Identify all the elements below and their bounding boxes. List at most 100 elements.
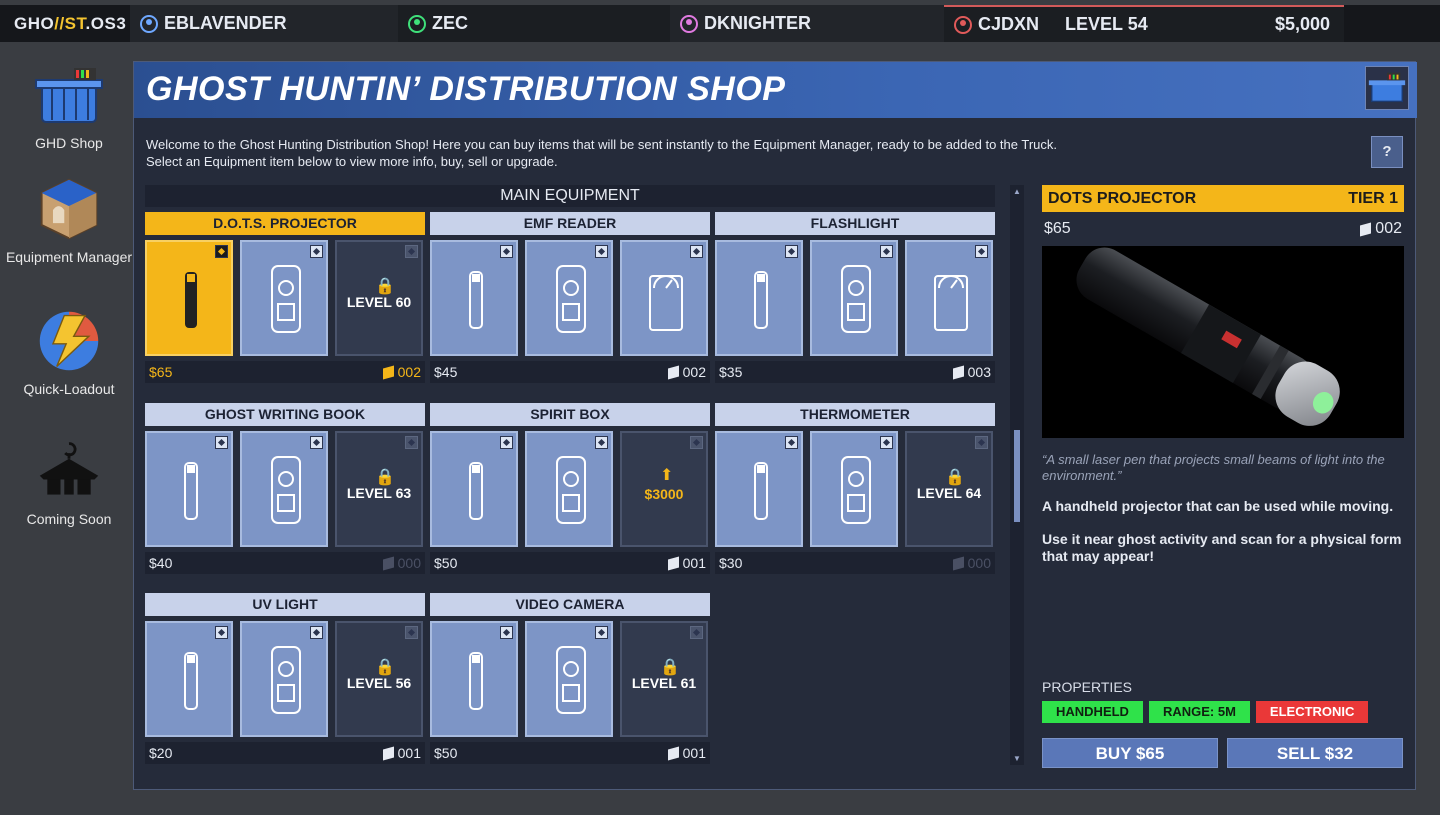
tier-tile[interactable]	[430, 621, 518, 737]
equipment-price: $40	[149, 555, 173, 571]
tier-tile[interactable]: 🔒 LEVEL 60	[335, 240, 423, 356]
equipment-price: $65	[149, 364, 173, 380]
tier-tile[interactable]	[525, 240, 613, 356]
tier-tile[interactable]: 🔒 LEVEL 64	[905, 431, 993, 547]
tier-tile[interactable]	[240, 621, 328, 737]
lock-icon: 🔒	[375, 278, 395, 295]
sidebar-item-quick-loadout[interactable]: Quick-Loadout	[4, 308, 134, 397]
sidebar-item-ghd-shop[interactable]: GHD Shop	[4, 62, 134, 151]
tier-tile[interactable]	[240, 431, 328, 547]
shop-title: GHOST HUNTIN’ DISTRIBUTION SHOP	[146, 70, 786, 108]
tier-tile[interactable]	[715, 431, 803, 547]
equipment-icon	[469, 462, 483, 520]
cube-icon	[382, 365, 394, 379]
equipment-group: UV LIGHT 🔒 LEVEL 56 $20 001	[145, 593, 425, 764]
player-name: DKNIGHTER	[704, 13, 811, 33]
equipment-icon	[841, 456, 871, 524]
tier-tile[interactable]: 🔒 LEVEL 63	[335, 431, 423, 547]
tier-diamond-icon	[690, 245, 703, 258]
player-slot-2[interactable]: ZEC	[398, 5, 670, 42]
equipment-group-footer: $20 001	[145, 742, 425, 764]
tier-tile[interactable]	[430, 431, 518, 547]
sidebar-item-label: Coming Soon	[26, 511, 112, 527]
player-slot-4[interactable]: CJDXN LEVEL 54 $5,000	[944, 5, 1344, 42]
upgrade-arrow-icon: ⬆	[660, 467, 674, 484]
tier-tile[interactable]	[240, 240, 328, 356]
equipment-scrollbar[interactable]: ▲ ▼	[1010, 185, 1024, 765]
tier-tile[interactable]	[620, 240, 708, 356]
player-slot-1[interactable]: EBLAVENDER	[130, 5, 398, 42]
tier-diamond-icon	[975, 245, 988, 258]
equipment-icon	[271, 646, 301, 714]
equipment-icon	[556, 646, 586, 714]
equipment-group-title[interactable]: SPIRIT BOX	[430, 403, 710, 426]
player-slot-3[interactable]: DKNIGHTER	[670, 5, 944, 42]
equipment-group-title[interactable]: THERMOMETER	[715, 403, 995, 426]
tier-diamond-icon	[595, 436, 608, 449]
section-title: MAIN EQUIPMENT	[145, 185, 995, 207]
equipment-count-value: 001	[682, 745, 706, 761]
basket-icon	[35, 68, 103, 123]
sidebar-item-label: Quick-Loadout	[23, 381, 115, 397]
equipment-group-title[interactable]: GHOST WRITING BOOK	[145, 403, 425, 426]
properties-label: PROPERTIES	[1042, 679, 1132, 695]
help-button[interactable]: ?	[1371, 136, 1403, 168]
lock-icon: 🔒	[660, 659, 680, 676]
scrollbar-thumb[interactable]	[1014, 430, 1020, 522]
scroll-down-icon[interactable]: ▼	[1013, 754, 1021, 763]
equipment-group-title[interactable]: EMF READER	[430, 212, 710, 235]
tier-tile[interactable]: ⬆ $3000	[620, 431, 708, 547]
equipment-count: 001	[382, 745, 421, 761]
equipment-group-title[interactable]: FLASHLIGHT	[715, 212, 995, 235]
tier-tile[interactable]: 🔒 LEVEL 61	[620, 621, 708, 737]
shop-panel: GHOST HUNTIN’ DISTRIBUTION SHOP Welcome …	[133, 61, 1417, 790]
unlock-level: LEVEL 56	[346, 675, 412, 691]
tier-tile[interactable]	[145, 240, 233, 356]
item-price: $65	[1044, 220, 1071, 237]
tier-tile[interactable]	[905, 240, 993, 356]
equipment-price: $50	[434, 555, 458, 571]
equipment-group-title[interactable]: VIDEO CAMERA	[430, 593, 710, 616]
tier-tile[interactable]	[430, 240, 518, 356]
equipment-group-title[interactable]: UV LIGHT	[145, 593, 425, 616]
tier-tile[interactable]	[715, 240, 803, 356]
equipment-count-value: 000	[397, 555, 421, 571]
sidebar-item-label: GHD Shop	[35, 135, 103, 151]
sell-button[interactable]: SELL $32	[1227, 738, 1403, 768]
player-name: ZEC	[432, 13, 468, 33]
tier-tile[interactable]	[525, 621, 613, 737]
lock-icon: 🔒	[375, 469, 395, 486]
tier-diamond-icon	[595, 245, 608, 258]
equipment-group-footer: $50 001	[430, 552, 710, 574]
welcome-line: Welcome to the Ghost Hunting Distributio…	[146, 137, 1057, 152]
equipment-group-title[interactable]: D.O.T.S. PROJECTOR	[145, 212, 425, 235]
tier-diamond-icon	[500, 626, 513, 639]
tier-tiles	[715, 240, 995, 356]
shop-header: GHOST HUNTIN’ DISTRIBUTION SHOP	[134, 62, 1417, 118]
tier-diamond-icon	[310, 626, 323, 639]
top-bar: GHO//ST.OS3 EBLAVENDER ZEC DKNIGHTER CJD…	[0, 5, 1440, 42]
tier-tile[interactable]	[145, 431, 233, 547]
equipment-count: 000	[952, 555, 991, 571]
equipment-icon	[754, 271, 768, 329]
equipment-price: $50	[434, 745, 458, 761]
buy-button[interactable]: BUY $65	[1042, 738, 1218, 768]
tier-tile[interactable]	[145, 621, 233, 737]
tier-tile[interactable]	[810, 240, 898, 356]
equipment-count: 001	[667, 555, 706, 571]
tier-diamond-icon	[405, 436, 418, 449]
tier-tiles: 🔒 LEVEL 61	[430, 621, 710, 737]
item-description: Use it near ghost activity and scan for …	[1042, 531, 1402, 564]
tier-diamond-icon	[785, 436, 798, 449]
sidebar-item-equipment-manager[interactable]: Equipment Manager	[4, 176, 134, 265]
item-name: DOTS PROJECTOR	[1048, 189, 1197, 207]
scroll-up-icon[interactable]: ▲	[1013, 187, 1021, 196]
tier-tiles: 🔒 LEVEL 63	[145, 431, 425, 547]
game-logo: GHO//ST.OS3	[0, 14, 130, 34]
tier-tile[interactable]: 🔒 LEVEL 56	[335, 621, 423, 737]
tier-tile[interactable]	[810, 431, 898, 547]
tier-tile[interactable]	[525, 431, 613, 547]
equipment-count-value: 000	[967, 555, 991, 571]
equipment-group: SPIRIT BOX ⬆ $3000 $50 001	[430, 403, 710, 574]
equipment-group: EMF READER $45 002	[430, 212, 710, 383]
